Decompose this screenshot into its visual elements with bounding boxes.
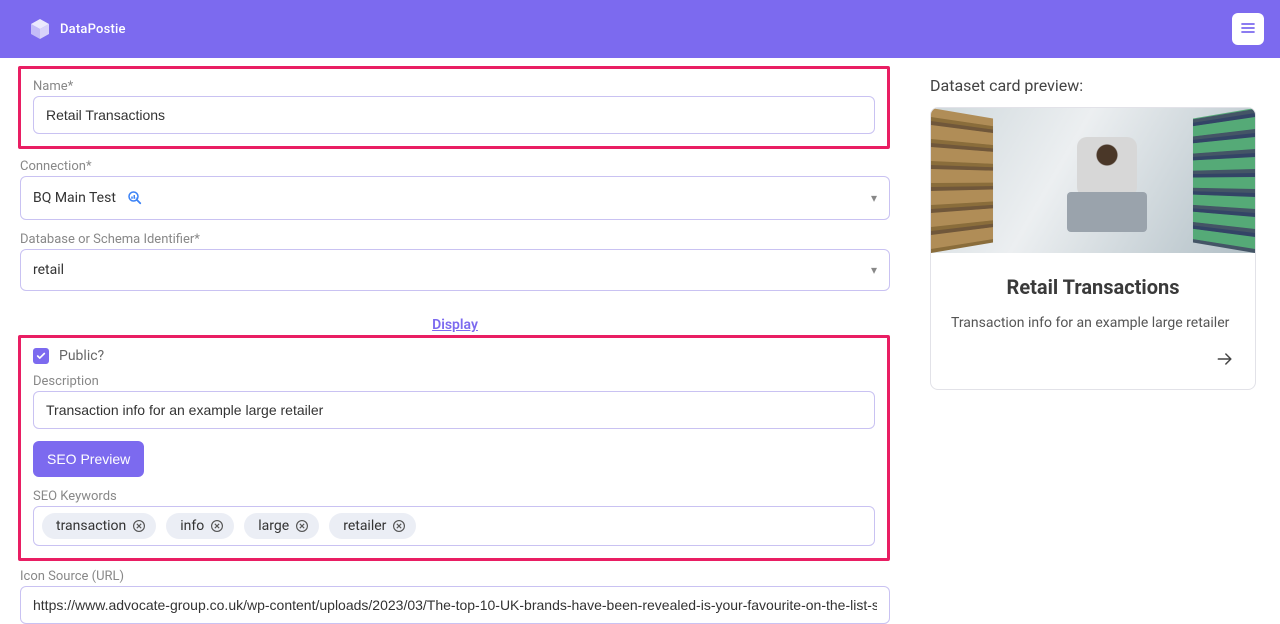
name-field-highlight: Name* [18,66,890,149]
arrow-right-icon[interactable] [1215,349,1235,373]
seo-keywords-label: SEO Keywords [33,489,875,504]
keyword-chip: retailer [329,513,416,539]
brand-logo[interactable]: DataPostie [28,17,126,41]
description-input[interactable] [33,391,875,429]
bigquery-icon [126,189,144,207]
remove-chip-icon[interactable] [295,519,309,533]
display-fields-highlight: Public? Description SEO Preview SEO Keyw… [18,335,890,561]
icon-source-input[interactable] [20,586,890,624]
app-header: DataPostie [0,0,1280,58]
card-image [931,108,1255,253]
hamburger-menu-button[interactable] [1232,13,1264,45]
schema-label: Database or Schema Identifier* [20,232,890,247]
keyword-chip: large [244,513,319,539]
preview-column: Dataset card preview: Retail Transaction… [930,58,1260,624]
seo-preview-button[interactable]: SEO Preview [33,441,144,477]
chevron-down-icon: ▾ [871,191,877,205]
public-checkbox[interactable] [33,348,49,364]
cube-logo-icon [28,17,52,41]
preview-heading: Dataset card preview: [930,76,1260,95]
name-label: Name* [33,79,875,94]
public-label: Public? [59,348,104,364]
card-description: Transaction info for an example large re… [951,315,1235,331]
card-title: Retail Transactions [951,275,1235,299]
connection-label: Connection* [20,159,890,174]
name-input[interactable] [33,96,875,134]
keyword-chip: transaction [42,513,156,539]
connection-value: BQ Main Test [33,190,116,206]
seo-keywords-input[interactable]: transaction info large retailer [33,506,875,546]
connection-select[interactable]: BQ Main Test ▾ [20,176,890,220]
description-label: Description [33,374,875,389]
chevron-down-icon: ▾ [871,263,877,277]
remove-chip-icon[interactable] [392,519,406,533]
remove-chip-icon[interactable] [210,519,224,533]
schema-value: retail [33,262,64,278]
keyword-chip: info [166,513,234,539]
schema-select[interactable]: retail ▾ [20,249,890,291]
display-section-heading: Display [20,317,890,333]
icon-source-label: Icon Source (URL) [20,569,890,584]
hamburger-icon [1240,20,1256,39]
remove-chip-icon[interactable] [132,519,146,533]
brand-name: DataPostie [60,22,126,37]
dataset-form: Name* Connection* BQ Main Test ▾ Databas… [20,58,890,624]
dataset-card-preview: Retail Transactions Transaction info for… [930,107,1256,390]
